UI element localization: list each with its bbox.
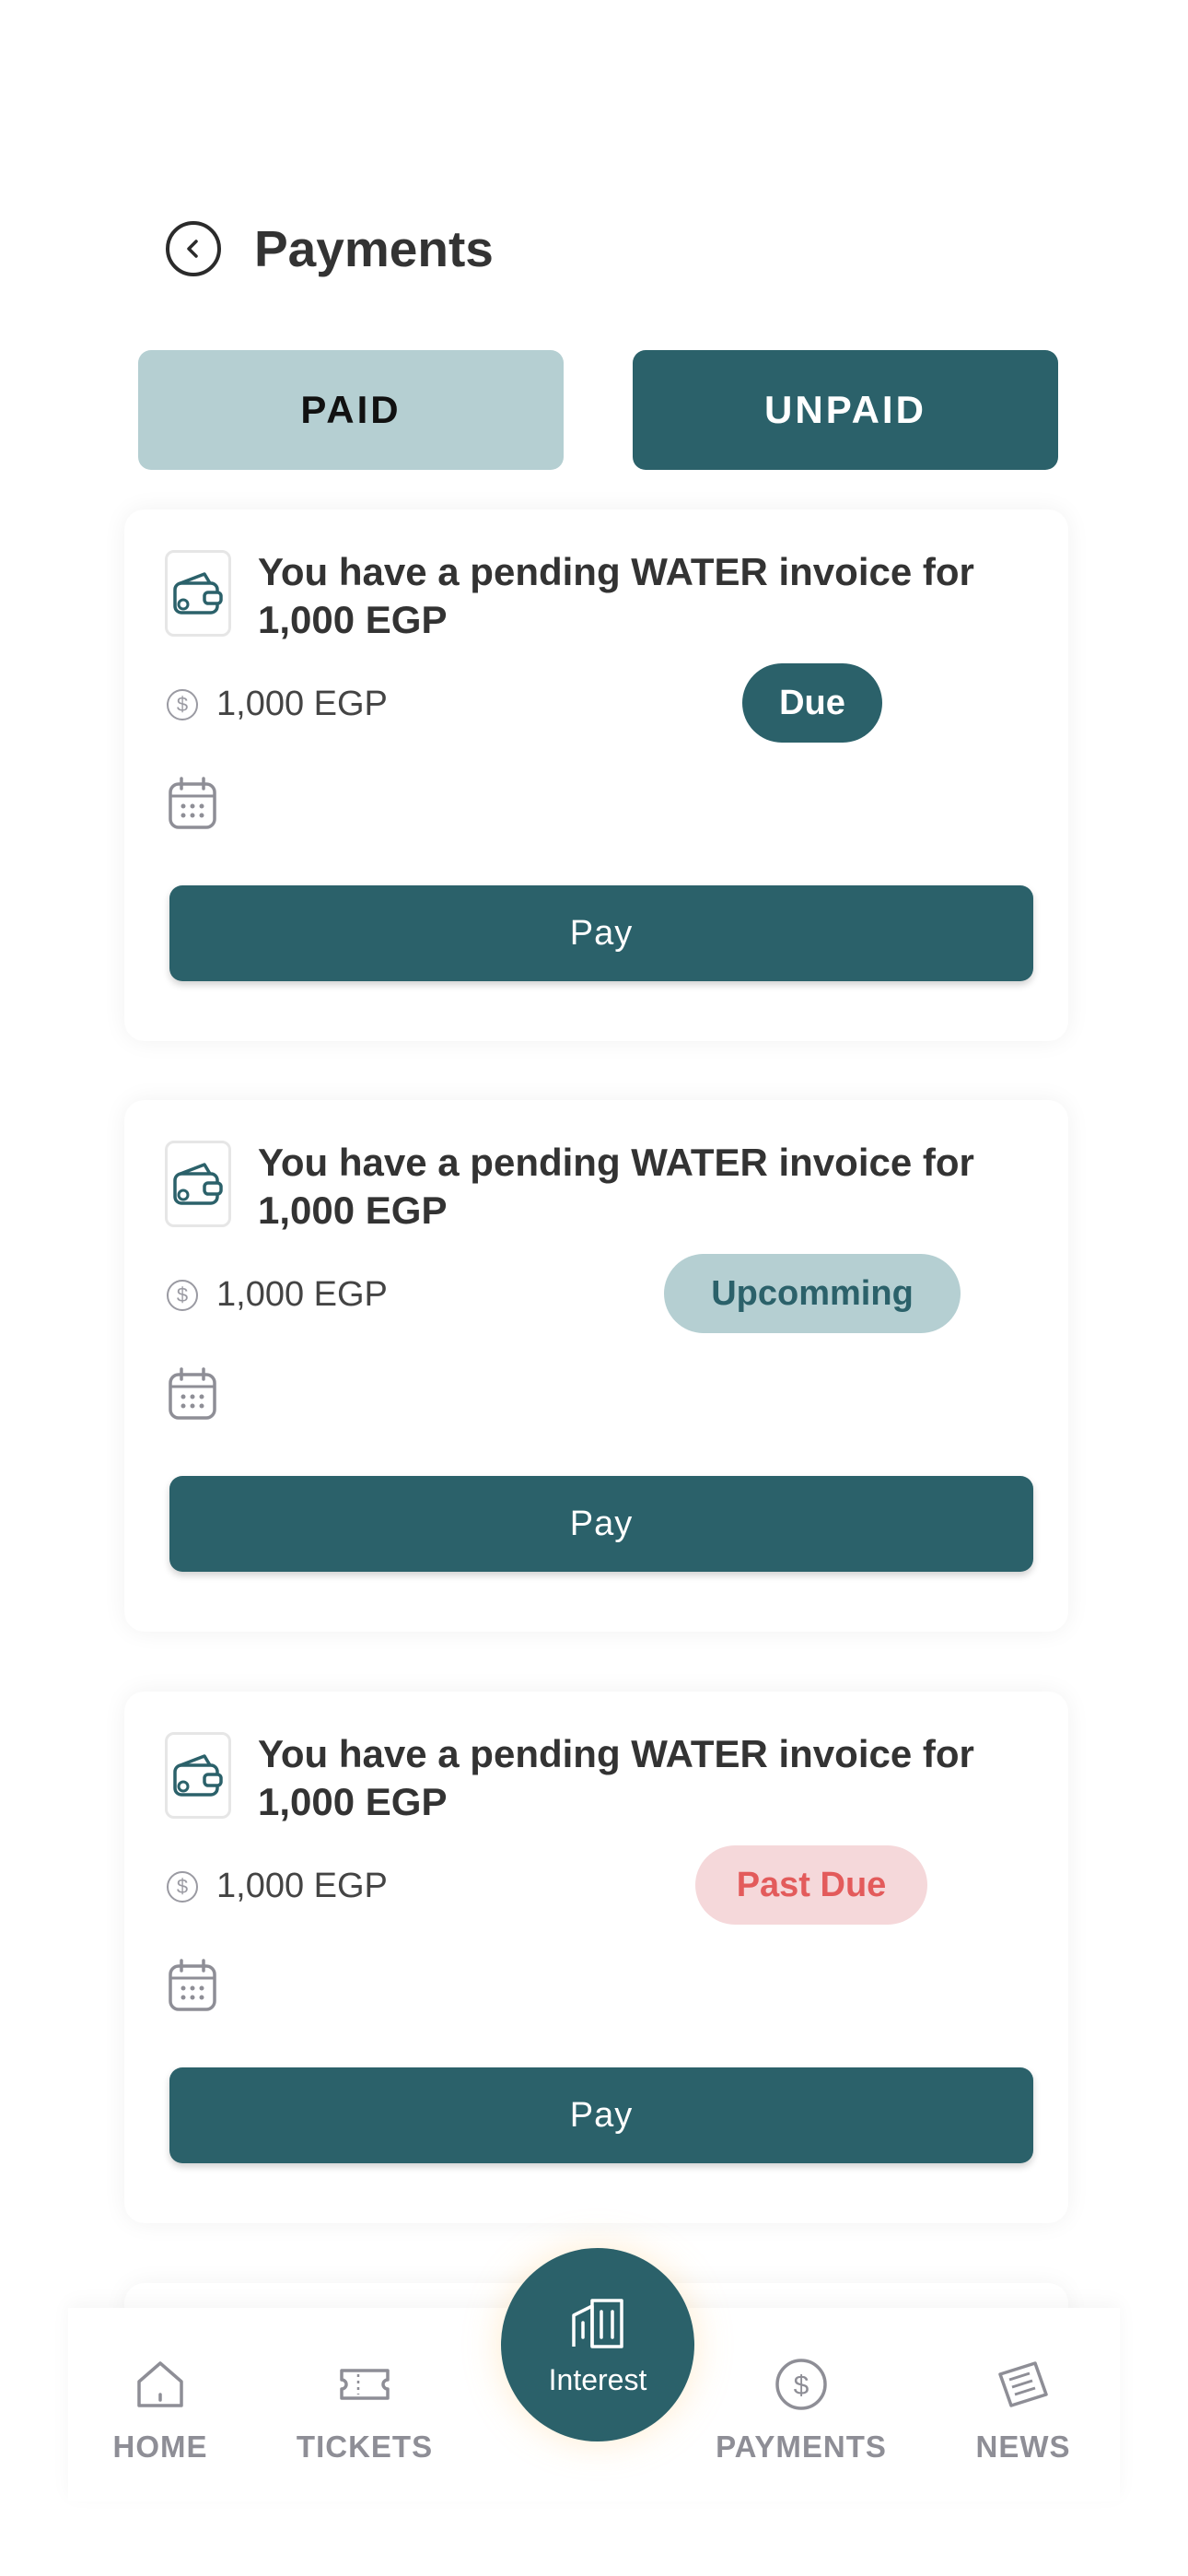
- page-header: Payments: [166, 219, 494, 278]
- status-badge: Past Due: [695, 1845, 927, 1925]
- nav-news-label: NEWS: [975, 2430, 1071, 2464]
- tab-paid[interactable]: PAID: [138, 350, 564, 470]
- page-title: Payments: [254, 220, 494, 277]
- back-button[interactable]: [166, 221, 221, 276]
- invoice-card: You have a pending WATER invoice for 1,0…: [124, 1100, 1068, 1632]
- status-badge: Due: [742, 663, 882, 743]
- invoice-card: You have a pending WATER invoice for 1,0…: [124, 509, 1068, 1041]
- nav-home-label: HOME: [112, 2430, 208, 2464]
- building-icon: [572, 2298, 623, 2348]
- invoice-title: You have a pending WATER invoice for 1,0…: [258, 550, 974, 641]
- wallet-icon: [165, 1732, 231, 1819]
- invoice-amount: 1,000 EGP: [216, 1867, 388, 1905]
- newspaper-icon: [998, 2361, 1048, 2407]
- nav-tickets[interactable]: TICKETS: [273, 2354, 457, 2465]
- nav-news[interactable]: NEWS: [931, 2354, 1115, 2465]
- dollar-icon: $: [167, 1279, 198, 1311]
- amount-row: $ 1,000 EGP: [167, 1867, 388, 1906]
- invoice-amount: 1,000 EGP: [216, 685, 388, 723]
- wallet-icon: [165, 1141, 231, 1227]
- calendar-icon: [169, 1959, 216, 2011]
- pay-button[interactable]: Pay: [169, 885, 1033, 981]
- wallet-icon: [165, 550, 231, 637]
- svg-text:$: $: [794, 2371, 809, 2401]
- invoice-card: You have a pending WATER invoice for 1,0…: [124, 1692, 1068, 2223]
- nav-tickets-label: TICKETS: [296, 2430, 434, 2464]
- dollar-icon: $: [167, 688, 198, 720]
- interest-button[interactable]: Interest: [501, 2248, 694, 2441]
- calendar-icon: [169, 1367, 216, 1420]
- ticket-icon: [340, 2369, 390, 2400]
- pay-button[interactable]: Pay: [169, 2067, 1033, 2163]
- nav-home[interactable]: HOME: [68, 2354, 252, 2465]
- dollar-circle-icon: $: [775, 2359, 827, 2410]
- calendar-icon: [169, 777, 216, 829]
- tab-unpaid[interactable]: UNPAID: [633, 350, 1058, 470]
- dollar-icon: $: [167, 1870, 198, 1903]
- invoice-title: You have a pending WATER invoice for 1,0…: [258, 1732, 974, 1823]
- chevron-left-icon: [187, 240, 198, 258]
- payment-tabs: PAID UNPAID: [138, 350, 1058, 470]
- nav-payments-label: PAYMENTS: [716, 2430, 887, 2464]
- pay-button[interactable]: Pay: [169, 1476, 1033, 1572]
- invoice-title: You have a pending WATER invoice for 1,0…: [258, 1141, 974, 1232]
- nav-payments[interactable]: $ PAYMENTS: [709, 2354, 893, 2465]
- interest-label: Interest: [548, 2362, 647, 2396]
- invoice-amount: 1,000 EGP: [216, 1275, 388, 1314]
- home-icon: [137, 2361, 183, 2407]
- status-badge: Upcomming: [664, 1254, 961, 1333]
- amount-row: $ 1,000 EGP: [167, 1275, 388, 1315]
- amount-row: $ 1,000 EGP: [167, 685, 388, 724]
